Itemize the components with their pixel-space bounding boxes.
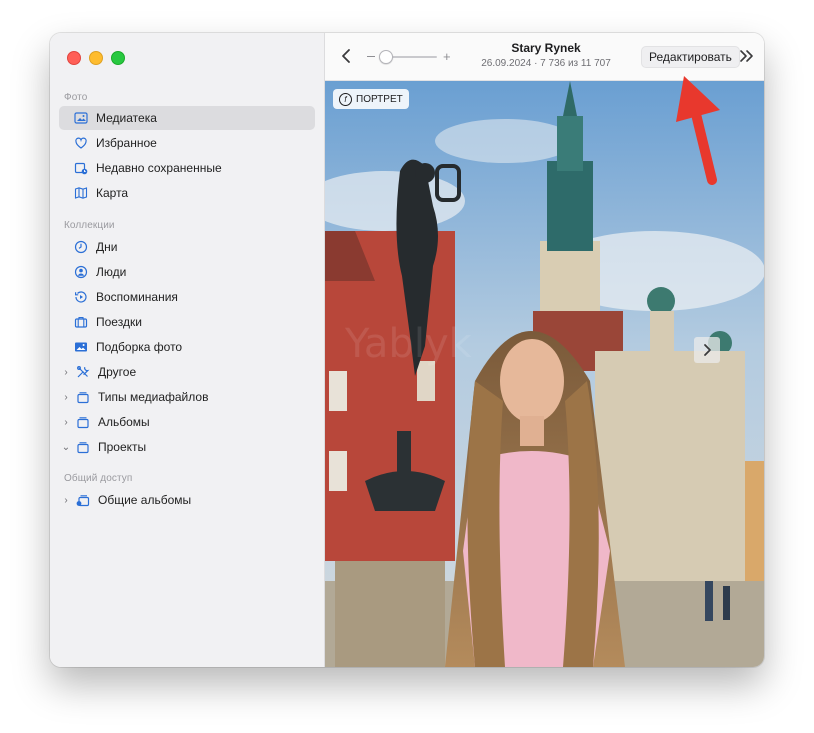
- sidebar-item-label: Альбомы: [98, 415, 150, 429]
- back-button[interactable]: [339, 47, 355, 65]
- minimize-button[interactable]: [89, 51, 103, 65]
- sidebar-item-label: Избранное: [96, 136, 157, 150]
- chevron-right-icon[interactable]: ›: [61, 367, 71, 378]
- sidebar-item-label: Поездки: [96, 315, 142, 329]
- photo-date: 26.09.2024: [481, 58, 532, 69]
- sidebar-item-projects[interactable]: ⌄ Проекты: [59, 435, 315, 459]
- stack-icon: [75, 389, 91, 405]
- zoom-plus-icon[interactable]: +: [443, 49, 451, 64]
- sidebar-item-favorites[interactable]: Избранное: [59, 131, 315, 155]
- photo-subtitle: 26.09.2024 · 7 736 из 11 707: [455, 58, 637, 69]
- close-button[interactable]: [67, 51, 81, 65]
- sidebar-item-media-types[interactable]: › Типы медиафайлов: [59, 385, 315, 409]
- next-photo-button[interactable]: [694, 337, 720, 363]
- chevron-right-icon[interactable]: ›: [61, 417, 71, 428]
- clock-icon: [73, 239, 89, 255]
- portrait-badge-label: ПОРТРЕТ: [356, 93, 403, 105]
- portrait-badge[interactable]: f ПОРТРЕТ: [333, 89, 409, 109]
- double-chevron-right-icon: [740, 50, 753, 62]
- sidebar-item-albums[interactable]: › Альбомы: [59, 410, 315, 434]
- section-header-shared: Общий доступ: [64, 473, 133, 484]
- map-icon: [73, 185, 89, 201]
- zoom-minus-icon[interactable]: [367, 56, 375, 57]
- stack-icon: [75, 414, 91, 430]
- sidebar: Фото Медиатека Избранное Недавно сохране…: [50, 33, 325, 667]
- photo-title-block: Stary Rynek 26.09.2024 · 7 736 из 11 707: [455, 41, 637, 69]
- photo-icon: [73, 339, 89, 355]
- window-controls: [67, 51, 125, 65]
- photo-counter: 7 736 из 11 707: [540, 58, 611, 69]
- zoom-button[interactable]: [111, 51, 125, 65]
- sidebar-item-label: Люди: [96, 265, 127, 279]
- sidebar-item-label: Подборка фото: [96, 340, 183, 354]
- chevron-right-icon[interactable]: ›: [61, 495, 71, 506]
- more-toolbar-button[interactable]: [738, 48, 756, 64]
- sidebar-item-shared-albums[interactable]: › Общие альбомы: [59, 488, 315, 512]
- library-icon: [73, 110, 89, 126]
- annotation-arrow-icon: [676, 76, 720, 185]
- sidebar-item-label: Проекты: [98, 440, 147, 454]
- tools-icon: [75, 364, 91, 380]
- watermark: Yablyk: [345, 321, 472, 367]
- chevron-right-icon[interactable]: ›: [61, 392, 71, 403]
- memories-icon: [73, 289, 89, 305]
- zoom-slider-knob[interactable]: [379, 50, 393, 64]
- sidebar-item-other[interactable]: › Другое: [59, 360, 315, 384]
- sidebar-item-library[interactable]: Медиатека: [59, 106, 315, 130]
- section-header-collections: Коллекции: [64, 220, 115, 231]
- chevron-left-icon: [342, 49, 350, 63]
- sidebar-item-trips[interactable]: Поездки: [59, 310, 315, 334]
- aperture-icon: f: [339, 92, 352, 106]
- section-header-photos: Фото: [64, 92, 88, 103]
- sidebar-item-people[interactable]: Люди: [59, 260, 315, 284]
- sidebar-item-label: Дни: [96, 240, 118, 254]
- sidebar-item-featured-photos[interactable]: Подборка фото: [59, 335, 315, 359]
- sidebar-item-label: Другое: [98, 365, 137, 379]
- chevron-down-icon[interactable]: ⌄: [61, 442, 71, 453]
- sidebar-item-label: Недавно сохраненные: [96, 161, 222, 175]
- sidebar-item-label: Типы медиафайлов: [98, 390, 209, 404]
- sidebar-item-map[interactable]: Карта: [59, 181, 315, 205]
- sidebar-item-label: Карта: [96, 186, 129, 200]
- suitcase-icon: [73, 314, 89, 330]
- person-icon: [73, 264, 89, 280]
- chevron-right-icon: [704, 344, 711, 356]
- edit-button[interactable]: Редактировать: [641, 46, 740, 68]
- recently-saved-icon: [73, 160, 89, 176]
- heart-icon: [73, 135, 89, 151]
- sidebar-item-label: Медиатека: [96, 111, 157, 125]
- sidebar-item-recently-saved[interactable]: Недавно сохраненные: [59, 156, 315, 180]
- sidebar-item-days[interactable]: Дни: [59, 235, 315, 259]
- photos-window: Фото Медиатека Избранное Недавно сохране…: [50, 33, 764, 667]
- sidebar-item-label: Общие альбомы: [98, 493, 192, 507]
- sidebar-item-label: Воспоминания: [96, 290, 178, 304]
- stack-icon: [75, 439, 91, 455]
- sidebar-item-memories[interactable]: Воспоминания: [59, 285, 315, 309]
- photo-title: Stary Rynek: [511, 41, 581, 55]
- shared-albums-icon: [75, 492, 91, 508]
